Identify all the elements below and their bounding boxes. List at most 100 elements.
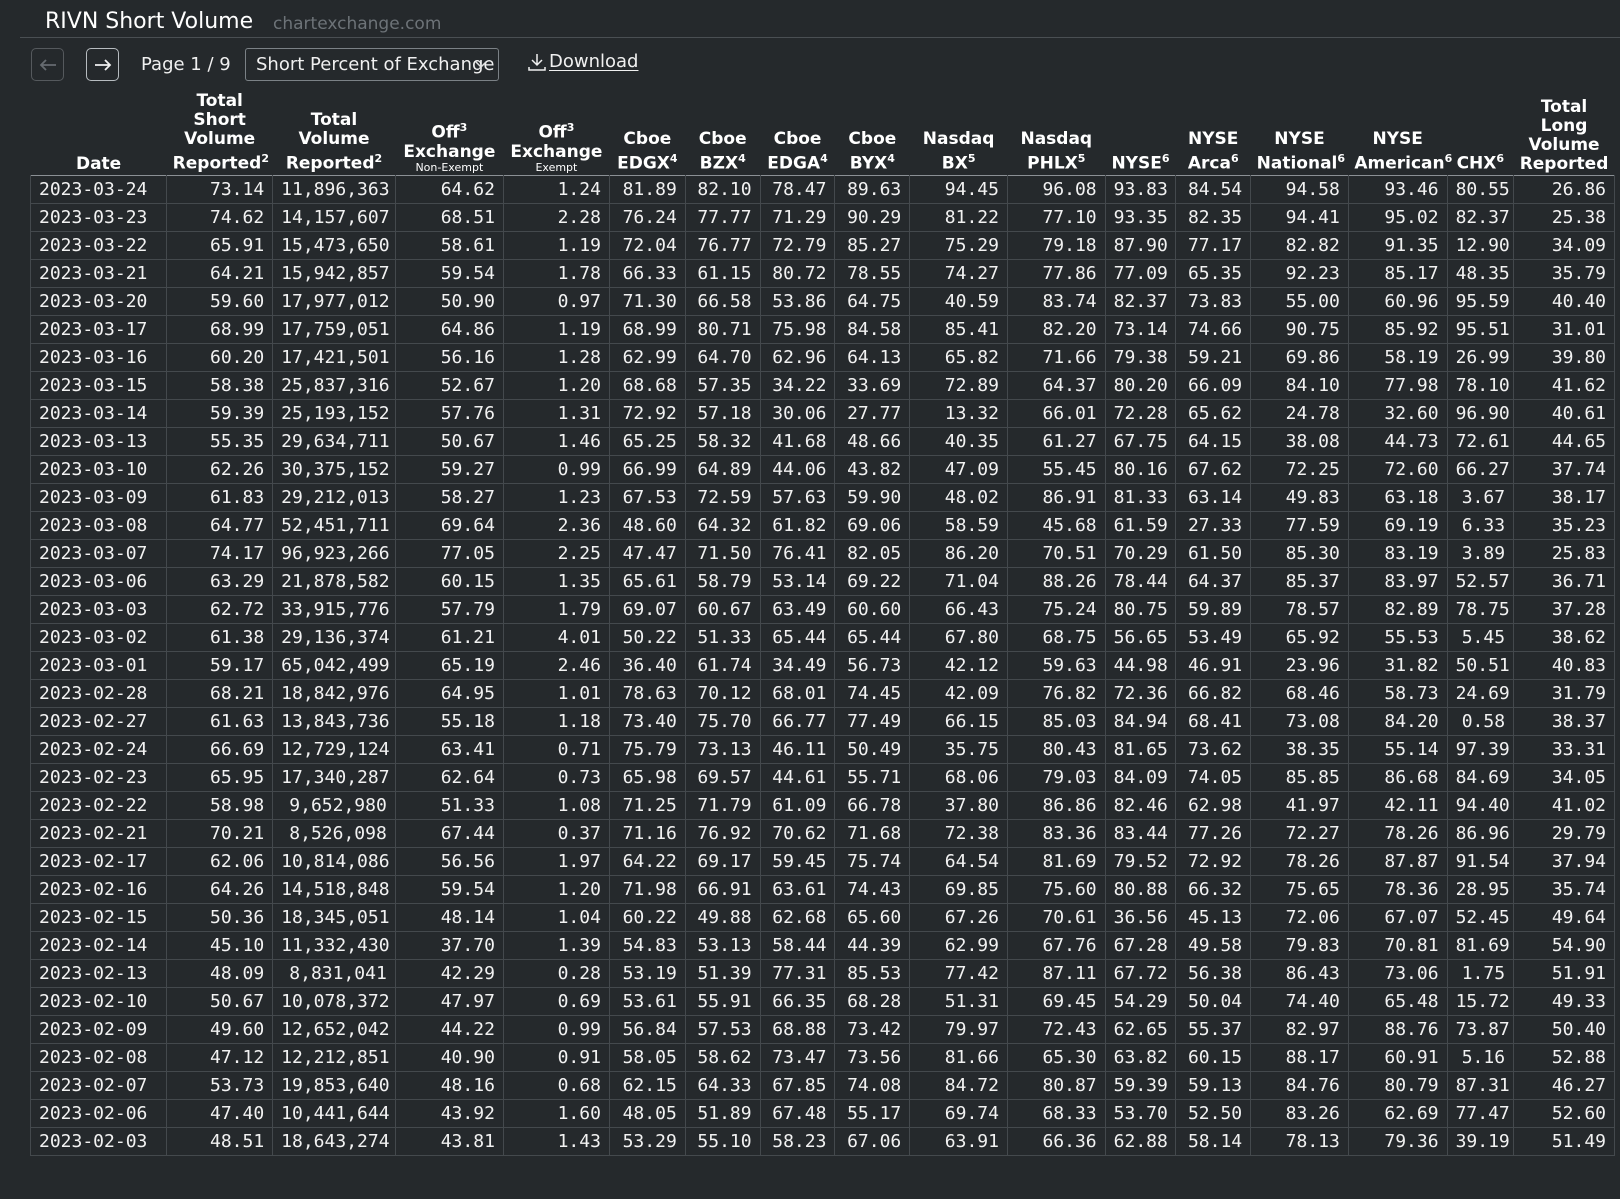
column-header[interactable]: NYSE Arca6 xyxy=(1176,92,1251,176)
date-cell: 2023-02-27 xyxy=(30,707,168,736)
value-cell: 65.95 xyxy=(166,763,274,792)
value-cell: 73.47 xyxy=(759,1043,836,1072)
column-header[interactable]: Nasdaq PHLX5 xyxy=(1007,92,1105,176)
value-cell: 62.69 xyxy=(1347,1099,1448,1128)
value-cell: 81.69 xyxy=(1446,931,1515,960)
value-cell: 81.33 xyxy=(1104,483,1177,512)
column-header[interactable]: NYSE American6 xyxy=(1348,92,1452,176)
value-cell: 44.39 xyxy=(834,931,911,960)
value-cell: 25,193,152 xyxy=(272,399,396,428)
column-header[interactable]: Date xyxy=(31,92,167,176)
value-cell: 73.62 xyxy=(1175,735,1252,764)
value-cell: 2.36 xyxy=(502,511,610,540)
value-cell: 29.79 xyxy=(1513,819,1615,848)
value-cell: 59.39 xyxy=(166,399,274,428)
value-cell: 47.97 xyxy=(394,987,504,1016)
value-cell: 1.20 xyxy=(502,371,610,400)
column-header[interactable]: NYSE National6 xyxy=(1251,92,1349,176)
value-cell: 49.88 xyxy=(684,903,761,932)
column-header[interactable]: Off3 Exchange Exempt xyxy=(503,92,609,176)
column-header[interactable]: NYSE6 xyxy=(1105,92,1176,176)
site-name: chartexchange.com xyxy=(273,14,442,34)
date-cell: 2023-02-14 xyxy=(30,931,168,960)
value-cell: 65.60 xyxy=(834,903,911,932)
download-link[interactable]: Download xyxy=(527,51,638,72)
value-cell: 40.61 xyxy=(1513,399,1615,428)
value-cell: 64.15 xyxy=(1175,427,1252,456)
footnote-marker: 3 xyxy=(459,121,468,135)
value-cell: 85.53 xyxy=(834,959,911,988)
toolbar: Page 1 / 9 Short Percent of Exchange Dow… xyxy=(31,48,1031,84)
column-header-label: NYSE xyxy=(1372,129,1423,150)
value-cell: 54.90 xyxy=(1513,931,1615,960)
value-cell: 41.97 xyxy=(1250,791,1349,820)
value-cell: 72.79 xyxy=(759,231,836,260)
value-cell: 95.59 xyxy=(1446,287,1515,316)
value-cell: 69.45 xyxy=(1006,987,1106,1016)
value-cell: 71.98 xyxy=(608,875,686,904)
footnote-marker: 6 xyxy=(1496,152,1505,166)
value-cell: 3.67 xyxy=(1446,483,1515,512)
value-cell: 63.82 xyxy=(1104,1043,1177,1072)
value-cell: 78.57 xyxy=(1250,595,1349,624)
column-header[interactable]: Total Volume Reported2 xyxy=(273,92,396,176)
column-header[interactable]: Cboe EDGX4 xyxy=(609,92,685,176)
column-header-label: CHX xyxy=(1456,154,1497,174)
value-cell: 52.60 xyxy=(1513,1099,1615,1128)
value-cell: 87.87 xyxy=(1347,847,1448,876)
value-cell: 67.28 xyxy=(1104,931,1177,960)
value-cell: 86.86 xyxy=(1006,791,1106,820)
column-header[interactable]: CHX6 xyxy=(1447,92,1514,176)
value-cell: 31.01 xyxy=(1513,315,1615,344)
column-header[interactable]: Off3 Exchange Non-Exempt xyxy=(395,92,503,176)
date-cell: 2023-02-22 xyxy=(30,791,168,820)
column-header[interactable]: Nasdaq BX5 xyxy=(910,92,1008,176)
value-cell: 83.74 xyxy=(1006,287,1106,316)
table-row: 2023-02-08 47.12 12,212,851 40.90 0.91 58.05 5… xyxy=(30,1043,1615,1072)
value-cell: 52.57 xyxy=(1446,567,1515,596)
column-header[interactable]: Cboe EDGA4 xyxy=(760,92,835,176)
value-cell: 1.19 xyxy=(502,231,610,260)
value-cell: 10,078,372 xyxy=(272,987,396,1016)
column-header[interactable]: Cboe BYX4 xyxy=(835,92,910,176)
short-volume-table-container: Date Total Short Volume Reported2 Total Volume… xyxy=(30,92,1620,1199)
column-header[interactable]: Total Short Volume Reported2 xyxy=(167,92,273,176)
page-indicator: Page 1 / 9 xyxy=(141,54,231,75)
value-cell: 58.73 xyxy=(1347,679,1448,708)
value-cell: 52.45 xyxy=(1446,903,1515,932)
column-header[interactable]: Cboe BZX4 xyxy=(685,92,760,176)
value-cell: 26.99 xyxy=(1446,343,1515,372)
value-cell: 85.30 xyxy=(1250,539,1349,568)
value-cell: 85.03 xyxy=(1006,707,1106,736)
value-cell: 67.72 xyxy=(1104,959,1177,988)
value-cell: 63.14 xyxy=(1175,483,1252,512)
value-cell: 38.37 xyxy=(1513,707,1615,736)
value-cell: 55.71 xyxy=(834,763,911,792)
column-header[interactable]: Total Long Volume Reported xyxy=(1514,92,1615,176)
value-cell: 33,915,776 xyxy=(272,595,396,624)
value-cell: 88.17 xyxy=(1250,1043,1349,1072)
value-cell: 73.08 xyxy=(1250,707,1349,736)
value-cell: 1.39 xyxy=(502,931,610,960)
next-page-button[interactable] xyxy=(86,48,119,81)
value-cell: 61.15 xyxy=(684,259,761,288)
value-cell: 78.55 xyxy=(834,259,911,288)
value-cell: 2.28 xyxy=(502,203,610,232)
previous-page-button[interactable] xyxy=(31,48,64,81)
value-cell: 62.72 xyxy=(166,595,274,624)
value-cell: 77.26 xyxy=(1175,819,1252,848)
value-cell: 83.97 xyxy=(1347,567,1448,596)
value-cell: 65.92 xyxy=(1250,623,1349,652)
value-cell: 50.22 xyxy=(608,623,686,652)
value-cell: 67.62 xyxy=(1175,455,1252,484)
value-cell: 72.06 xyxy=(1250,903,1349,932)
value-cell: 51.39 xyxy=(684,959,761,988)
date-cell: 2023-03-16 xyxy=(30,343,168,372)
value-cell: 87.11 xyxy=(1006,959,1106,988)
value-cell: 64.75 xyxy=(834,287,911,316)
view-select[interactable]: Short Percent of Exchange xyxy=(245,48,499,81)
table-row: 2023-02-28 68.21 18,842,976 64.95 1.01 78.63 7… xyxy=(30,679,1615,708)
value-cell: 65,042,499 xyxy=(272,651,396,680)
value-cell: 44.22 xyxy=(394,1015,504,1044)
value-cell: 4.01 xyxy=(502,623,610,652)
